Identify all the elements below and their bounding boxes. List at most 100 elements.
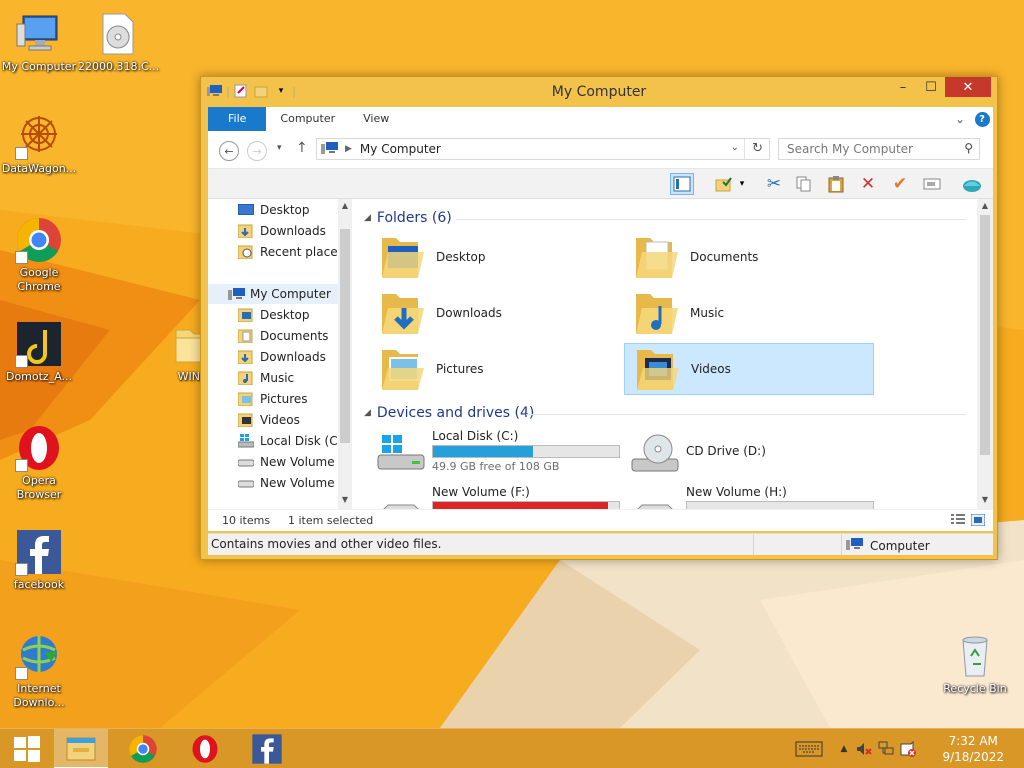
drive-tile-local-disk-c[interactable]: Local Disk (C:) 49.9 GB free of 108 GB (370, 427, 620, 479)
desktop-icon-label: Recycle Bin (943, 682, 1007, 695)
recent-locations-chevron-icon[interactable]: ▾ (277, 143, 282, 153)
rename-icon[interactable] (920, 173, 944, 195)
refresh-icon[interactable]: ↻ (752, 141, 763, 156)
nav-item-recent-places[interactable]: Recent places (208, 242, 338, 262)
minimize-button[interactable]: – (889, 77, 917, 97)
collapse-chevron-icon[interactable]: ◢ (364, 213, 371, 223)
nav-item-downloads-child[interactable]: Downloads (208, 347, 338, 367)
nav-item-pictures[interactable]: Pictures (208, 389, 338, 409)
paste-icon[interactable] (824, 173, 848, 195)
status-location: Computer (846, 537, 930, 554)
idm-globe-icon (15, 632, 63, 680)
drive-name: New Volume (H:) (686, 485, 787, 499)
desktop-icon-datawagon[interactable]: DataWagon... (0, 112, 78, 176)
drive-usage-bar (432, 501, 620, 509)
desktop-icon-google-chrome[interactable]: Google Chrome (0, 216, 78, 294)
forward-button[interactable]: → (247, 141, 267, 161)
taskbar-opera[interactable] (178, 729, 232, 768)
clock[interactable]: 7:32 AM 9/18/2022 (942, 733, 1004, 765)
main-pane-scrollbar[interactable]: ▲ ▼ (977, 199, 993, 509)
drive-tile-new-volume-f[interactable]: New Volume (F:) (370, 483, 620, 509)
scrollbar-thumb[interactable] (980, 215, 990, 455)
nav-item-downloads[interactable]: Downloads (208, 221, 338, 241)
selection-count: 1 item selected (288, 514, 374, 527)
desktop-icon-recycle-bin[interactable]: Recycle Bin (936, 632, 1014, 696)
title-bar[interactable]: | ▾ | My Computer – ☐ ✕ (201, 77, 997, 107)
scroll-down-arrow-icon[interactable]: ▼ (338, 495, 352, 504)
navigation-pane[interactable]: Desktop Downloads Recent places My Compu… (208, 199, 352, 509)
checkmark-icon[interactable]: ✔ (888, 173, 912, 195)
large-icons-view-icon[interactable] (970, 513, 986, 527)
nav-pane-scrollbar[interactable]: ▲ ▼ (338, 199, 352, 509)
desktop-icon-win-folder[interactable]: WIN (150, 320, 200, 384)
nav-item-videos[interactable]: Videos (208, 410, 338, 430)
scrollbar-thumb[interactable] (340, 229, 350, 443)
drive-tile-new-volume-h[interactable]: New Volume (H:) (624, 483, 874, 509)
scroll-up-arrow-icon[interactable]: ▲ (338, 201, 352, 210)
delete-icon[interactable]: ✕ (856, 173, 880, 195)
up-button[interactable]: ↑ (296, 140, 308, 156)
expand-ribbon-chevron-icon[interactable]: ⌄ (949, 107, 971, 131)
taskbar-google-chrome[interactable] (116, 729, 170, 768)
pictures-folder-icon (237, 392, 254, 407)
nav-item-desktop[interactable]: Desktop (208, 200, 338, 220)
folder-tile-downloads[interactable]: Downloads (370, 287, 620, 339)
explorer-window[interactable]: | ▾ | My Computer – ☐ ✕ File Computer Vi… (200, 76, 998, 560)
collapse-chevron-icon[interactable]: ◢ (364, 408, 371, 418)
tab-view[interactable]: View (349, 107, 403, 131)
taskbar-facebook[interactable] (240, 729, 294, 768)
nav-item-music[interactable]: Music (208, 368, 338, 388)
touch-keyboard-icon[interactable] (794, 741, 824, 757)
network-globe-icon[interactable] (960, 173, 984, 195)
main-pane[interactable]: ◢ Folders (6) Desktop Documents Download… (356, 199, 993, 509)
folder-tile-documents[interactable]: Documents (624, 231, 874, 283)
nav-item-desktop-child[interactable]: Desktop (208, 305, 338, 325)
folder-tile-desktop[interactable]: Desktop (370, 231, 620, 283)
start-button[interactable] (0, 729, 54, 768)
desktop-icon-domotz[interactable]: Domotz_A... (0, 320, 78, 384)
desktop-icon-opera[interactable]: Opera Browser (0, 424, 78, 502)
folder-options-chevron-icon[interactable]: ▾ (736, 173, 748, 195)
network-icon[interactable] (878, 741, 894, 757)
close-button[interactable]: ✕ (945, 77, 991, 97)
copy-icon[interactable] (792, 173, 816, 195)
maximize-button[interactable]: ☐ (917, 77, 945, 97)
search-icon[interactable]: ⚲ (964, 141, 973, 155)
volume-muted-icon[interactable] (856, 741, 872, 757)
drive-icon (237, 476, 255, 490)
address-dropdown-chevron-icon[interactable]: ⌄ (731, 142, 739, 153)
folder-tile-pictures[interactable]: Pictures (370, 343, 620, 395)
drive-tile-cd-drive-d[interactable]: CD Drive (D:) (624, 427, 874, 479)
search-box[interactable]: Search My Computer ⚲ (778, 138, 980, 160)
help-button[interactable]: ? (971, 107, 993, 131)
back-button[interactable]: ← (219, 141, 239, 161)
desktop-icon-facebook[interactable]: facebook (0, 528, 78, 592)
breadcrumb-my-computer[interactable]: My Computer (360, 142, 441, 156)
folder-options-icon[interactable] (712, 173, 736, 195)
taskbar-file-explorer[interactable] (54, 729, 108, 768)
scroll-down-arrow-icon[interactable]: ▼ (977, 495, 993, 504)
folder-tile-music[interactable]: Music (624, 287, 874, 339)
nav-item-new-volume-e[interactable]: New Volume (E:) (208, 452, 338, 472)
folder-tile-videos[interactable]: Videos (624, 343, 874, 395)
nav-item-my-computer[interactable]: My Computer (208, 284, 338, 304)
address-bar[interactable]: ▶ My Computer ⌄ ↻ (316, 138, 770, 160)
details-view-icon[interactable] (951, 514, 965, 526)
desktop-icon-my-computer[interactable]: My Computer (0, 10, 78, 74)
folders-group-header[interactable]: ◢ Folders (6) (364, 210, 452, 226)
breadcrumb-separator-icon[interactable]: ▶ (345, 144, 352, 154)
action-center-icon[interactable] (900, 741, 916, 757)
desktop-icon-22000-cd[interactable]: 22000.318.C... (78, 10, 159, 74)
drives-group-header[interactable]: ◢ Devices and drives (4) (364, 405, 534, 421)
show-hidden-icons-chevron-icon[interactable]: ▲ (836, 741, 852, 757)
desktop-icon-internet-download-manager[interactable]: Internet Downlo... (0, 632, 78, 710)
windows-drive-icon (376, 433, 426, 477)
scroll-up-arrow-icon[interactable]: ▲ (977, 201, 993, 210)
nav-item-documents[interactable]: Documents (208, 326, 338, 346)
tab-computer[interactable]: Computer (266, 107, 349, 131)
cut-icon[interactable]: ✂ (762, 173, 786, 195)
nav-item-local-disk-c[interactable]: Local Disk (C:) (208, 431, 338, 451)
preview-pane-icon[interactable] (670, 173, 694, 195)
nav-item-new-volume-f[interactable]: New Volume (F:) (208, 473, 338, 493)
tab-file[interactable]: File (208, 107, 267, 131)
